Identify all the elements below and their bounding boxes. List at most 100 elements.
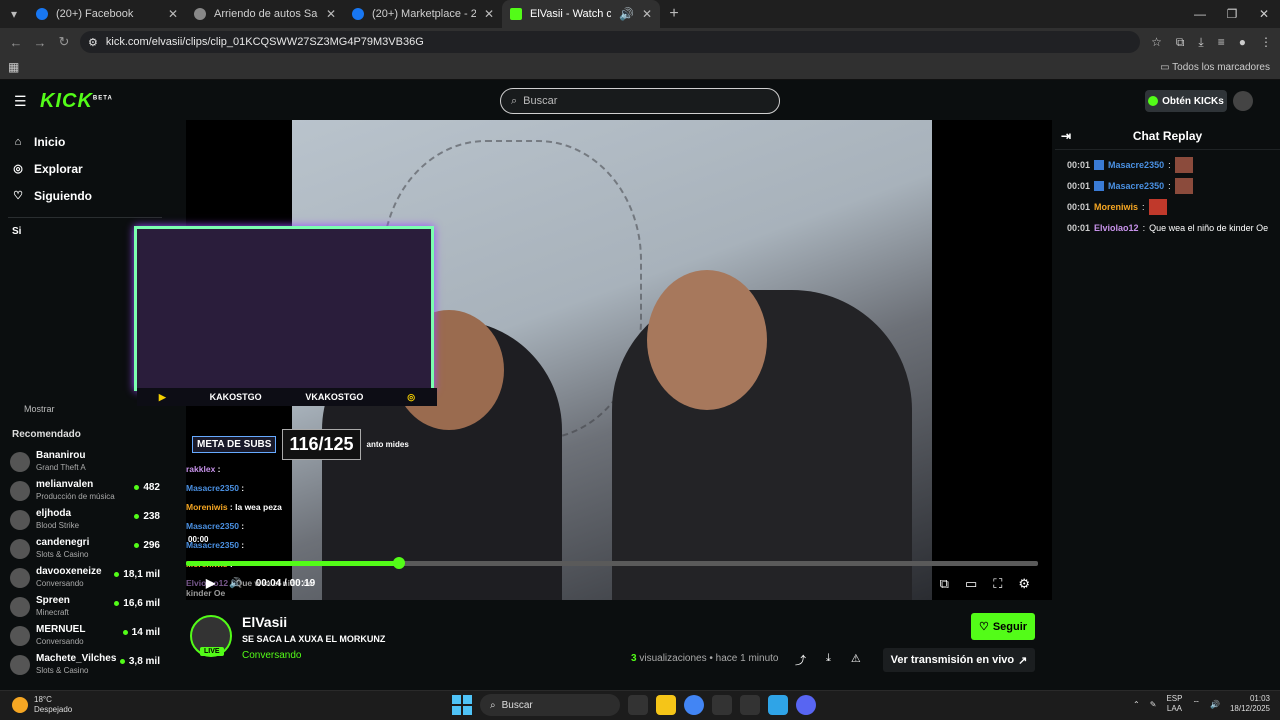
list-item[interactable]: eljhoda Blood Strike 238 xyxy=(10,506,160,535)
live-dot-icon xyxy=(134,484,140,490)
taskbar-search[interactable]: ⌕ Buscar xyxy=(480,694,620,716)
chrome-icon[interactable] xyxy=(684,695,704,715)
close-tab-icon[interactable]: ✕ xyxy=(326,7,336,21)
list-item[interactable]: Bananirou Grand Theft A xyxy=(10,448,160,477)
progress-handle[interactable] xyxy=(393,557,405,569)
avatar xyxy=(10,568,30,588)
collapse-chat-icon[interactable]: ⇥ xyxy=(1061,129,1071,143)
list-item[interactable]: MERNUEL Conversando 14 mil xyxy=(10,622,160,651)
list-item[interactable]: davooxeneize Conversando 18,1 mil xyxy=(10,564,160,593)
tab-facebook[interactable]: (20+) Facebook ✕ xyxy=(28,0,186,28)
search-input[interactable]: ⌕ Buscar xyxy=(500,88,780,114)
viewer-count-text: 296 xyxy=(143,540,160,551)
watch-stream-button[interactable]: Ver transmisión en vivo ↗ xyxy=(883,648,1035,672)
download-icon[interactable]: ⤓ xyxy=(1198,35,1203,50)
overlay-chat-user: Masacre2350 xyxy=(186,521,239,531)
discord-icon[interactable] xyxy=(796,695,816,715)
get-kicks-button[interactable]: Obtén KICKs xyxy=(1145,90,1227,112)
hamburger-icon[interactable]: ☰ xyxy=(14,93,27,110)
date: 18/12/2025 xyxy=(1229,704,1270,713)
list-item[interactable]: candenegri Slots & Casino 296 xyxy=(10,535,160,564)
reload-icon[interactable]: ↻ xyxy=(52,34,76,50)
chevron-up-icon[interactable]: ⌃ xyxy=(1133,700,1140,709)
tab-search-icon[interactable]: ▾ xyxy=(0,0,28,28)
close-tab-icon[interactable]: ✕ xyxy=(642,7,652,21)
subs-goal-count: 116/125 xyxy=(282,428,361,460)
close-tab-icon[interactable]: ✕ xyxy=(168,7,178,21)
menu-icon[interactable]: ⋮ xyxy=(1260,35,1272,49)
channel-name[interactable]: ElVasii xyxy=(242,614,287,630)
app-icon[interactable] xyxy=(712,695,732,715)
bookmark-star-icon[interactable]: ☆ xyxy=(1151,35,1162,49)
apps-grid-icon[interactable]: ▦ xyxy=(8,60,19,74)
message-user[interactable]: Masacre2350 xyxy=(1108,160,1164,170)
window-controls: — ❐ ✕ xyxy=(1184,0,1280,28)
tab-marketplace[interactable]: (20+) Marketplace - 2023 Nissa ✕ xyxy=(344,0,502,28)
share-icon[interactable]: ⤴ xyxy=(795,652,806,668)
tab-title: Arriendo de autos Santiago xyxy=(214,8,318,20)
overlay-chat-user: Masacre2350 xyxy=(186,483,239,493)
language-indicator[interactable]: ESP LAA xyxy=(1166,694,1182,714)
steam-icon[interactable] xyxy=(740,695,760,715)
speaker-icon[interactable]: 🔊 xyxy=(619,7,634,21)
new-tab-button[interactable]: + xyxy=(660,5,688,23)
fullscreen-icon[interactable]: ⛶ xyxy=(993,576,1002,592)
media-icon[interactable]: ≡ xyxy=(1218,35,1225,49)
back-icon[interactable]: ← xyxy=(4,35,28,50)
user-avatar[interactable] xyxy=(1233,91,1253,111)
download-icon[interactable]: ⤓ xyxy=(826,652,831,668)
message-user[interactable]: Moreniwis xyxy=(1094,202,1138,212)
theater-mode-icon[interactable]: ▭ xyxy=(965,576,977,592)
show-more-link[interactable]: Mostrar xyxy=(12,404,55,414)
list-item[interactable]: Machete_Vilches Slots & Casino 3,8 mil xyxy=(10,651,160,680)
restore-icon[interactable]: ❐ xyxy=(1216,0,1248,28)
message-user[interactable]: Masacre2350 xyxy=(1108,181,1164,191)
report-icon[interactable]: ⚠ xyxy=(851,652,861,668)
profile-icon[interactable]: ● xyxy=(1239,35,1246,49)
close-window-icon[interactable]: ✕ xyxy=(1248,0,1280,28)
compass-icon: ◎ xyxy=(13,163,23,175)
kick-logo[interactable]: KICKBETA xyxy=(40,90,113,113)
video-player[interactable]: ▶ KAKOSTGO VKAKOSTGO ◎ META DE SUBS 116/… xyxy=(134,120,1052,600)
follow-button[interactable]: ♡ Seguir xyxy=(971,613,1035,640)
clip-category[interactable]: Conversando xyxy=(242,650,301,661)
clock[interactable]: 01:03 18/12/2025 xyxy=(1230,694,1270,714)
start-icon[interactable] xyxy=(452,695,472,715)
pen-icon[interactable]: ✎ xyxy=(1150,700,1157,709)
close-tab-icon[interactable]: ✕ xyxy=(484,7,494,21)
play-icon[interactable]: ▶ xyxy=(206,576,215,590)
tab-kick[interactable]: ElVasii - Watch clips on Kick 🔊 ✕ xyxy=(502,0,660,28)
minimize-icon[interactable]: — xyxy=(1184,0,1216,28)
list-item[interactable]: melianvalen Producción de música 482 xyxy=(10,477,160,506)
file-explorer-icon[interactable] xyxy=(656,695,676,715)
forward-icon[interactable]: → xyxy=(28,35,52,50)
external-link-icon: ↗ xyxy=(1018,654,1028,667)
extensions-icon[interactable]: ⧉ xyxy=(1176,35,1185,50)
progress-bar[interactable] xyxy=(186,557,1038,569)
tab-arriendo[interactable]: Arriendo de autos Santiago ✕ xyxy=(186,0,344,28)
task-view-icon[interactable] xyxy=(628,695,648,715)
all-bookmarks[interactable]: ▭ Todos los marcadores xyxy=(1160,62,1270,73)
sidebar-item-inicio[interactable]: ⌂ Inicio xyxy=(0,128,170,155)
url-field[interactable]: ⚙ kick.com/elvasii/clips/clip_01KCQSWW27… xyxy=(80,31,1140,53)
site-info-icon[interactable]: ⚙ xyxy=(88,36,98,49)
volume-icon[interactable]: 🔊 xyxy=(1210,700,1220,709)
message-user[interactable]: Elviolao12 xyxy=(1094,223,1139,233)
weather-widget[interactable]: 18°C Despejado xyxy=(12,695,72,715)
pip-icon[interactable]: ⧉ xyxy=(940,576,949,592)
chat-message: 00:01 Masacre2350: xyxy=(1055,175,1280,196)
overlay-chat-text: la wea peza xyxy=(235,502,282,512)
sidebar-item-explorar[interactable]: ◎ Explorar xyxy=(0,155,170,182)
settings-icon[interactable]: ⚙ xyxy=(1018,576,1030,592)
viewer-count-text: 482 xyxy=(143,482,160,493)
app-icon[interactable] xyxy=(768,695,788,715)
kick-header: ☰ KICKBETA ⌕ Buscar Obtén KICKs xyxy=(0,80,1280,122)
wifi-icon[interactable]: ⌔ xyxy=(1192,699,1200,709)
list-item[interactable]: Spreen Minecraft 16,6 mil xyxy=(10,593,160,622)
overlay-chat-line: rakklex : xyxy=(186,464,221,474)
video-frame[interactable]: ▶ KAKOSTGO VKAKOSTGO ◎ META DE SUBS 116/… xyxy=(134,120,932,600)
sidebar-item-siguiendo[interactable]: ♡ Siguiendo xyxy=(0,182,170,209)
viewer-count-text: 3,8 mil xyxy=(128,656,160,667)
clip-stats: 3 visualizaciones • hace 1 minuto xyxy=(631,653,779,664)
volume-icon[interactable]: 🔊 xyxy=(229,578,241,589)
